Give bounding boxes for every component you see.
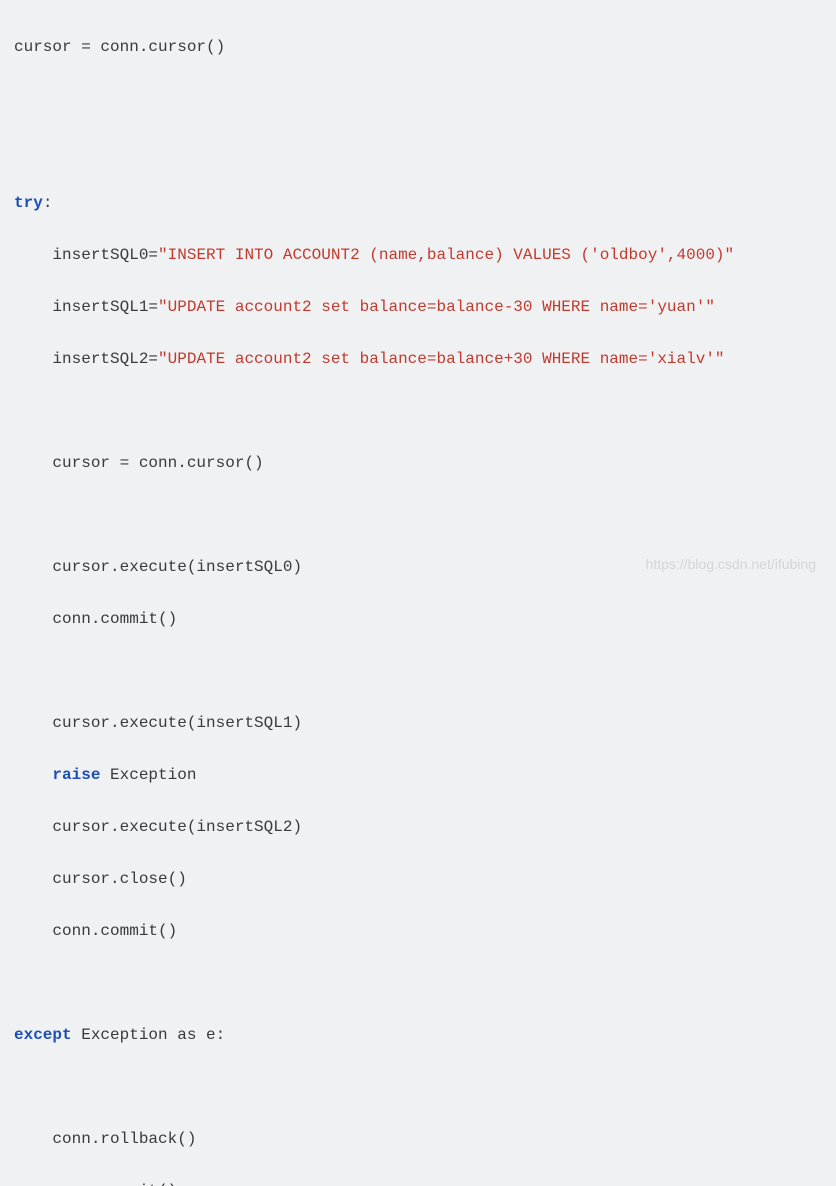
code-line: except Exception as e: [14,1022,822,1048]
code-text: conn.commit() [14,922,177,940]
code-line: conn.rollback() [14,1126,822,1152]
code-line [14,502,822,528]
code-text: cursor = conn.cursor() [14,38,225,56]
code-line: try: [14,190,822,216]
code-line [14,138,822,164]
code-line: cursor.execute(insertSQL2) [14,814,822,840]
code-line [14,86,822,112]
code-text: insertSQL2= [14,350,158,368]
string-literal: "UPDATE account2 set balance=balance+30 … [158,350,725,368]
code-line: insertSQL2="UPDATE account2 set balance=… [14,346,822,372]
string-literal: "UPDATE account2 set balance=balance-30 … [158,298,715,316]
code-line: conn.commit() [14,606,822,632]
code-text: : [43,194,53,212]
code-line: insertSQL0="INSERT INTO ACCOUNT2 (name,b… [14,242,822,268]
code-text: conn.commit() [14,610,177,628]
code-line: cursor.close() [14,866,822,892]
code-line: insertSQL1="UPDATE account2 set balance=… [14,294,822,320]
code-text: Exception [100,766,196,784]
code-text: cursor.close() [14,870,187,888]
code-line: conn.commit() [14,1178,822,1186]
code-line [14,970,822,996]
code-text [14,766,52,784]
code-text: cursor.execute(insertSQL1) [14,714,302,732]
watermark-text: https://blog.csdn.net/ifubing [646,551,816,577]
code-line: conn.commit() [14,918,822,944]
code-line [14,658,822,684]
code-block: cursor = conn.cursor() try: insertSQL0="… [14,8,822,1186]
code-text: conn.rollback() [14,1130,196,1148]
code-text: insertSQL0= [14,246,158,264]
code-line: cursor.execute(insertSQL1) [14,710,822,736]
code-line [14,398,822,424]
string-literal: "INSERT INTO ACCOUNT2 (name,balance) VAL… [158,246,734,264]
code-text: insertSQL1= [14,298,158,316]
code-line: cursor = conn.cursor() [14,450,822,476]
code-line [14,1074,822,1100]
keyword-try: try [14,194,43,212]
code-text: cursor.execute(insertSQL2) [14,818,302,836]
code-text: cursor.execute(insertSQL0) [14,558,302,576]
keyword-raise: raise [52,766,100,784]
code-line: raise Exception [14,762,822,788]
code-text: conn.commit() [14,1182,177,1186]
code-text: Exception as e: [72,1026,226,1044]
keyword-except: except [14,1026,72,1044]
code-text: cursor = conn.cursor() [14,454,264,472]
code-line: cursor = conn.cursor() [14,34,822,60]
